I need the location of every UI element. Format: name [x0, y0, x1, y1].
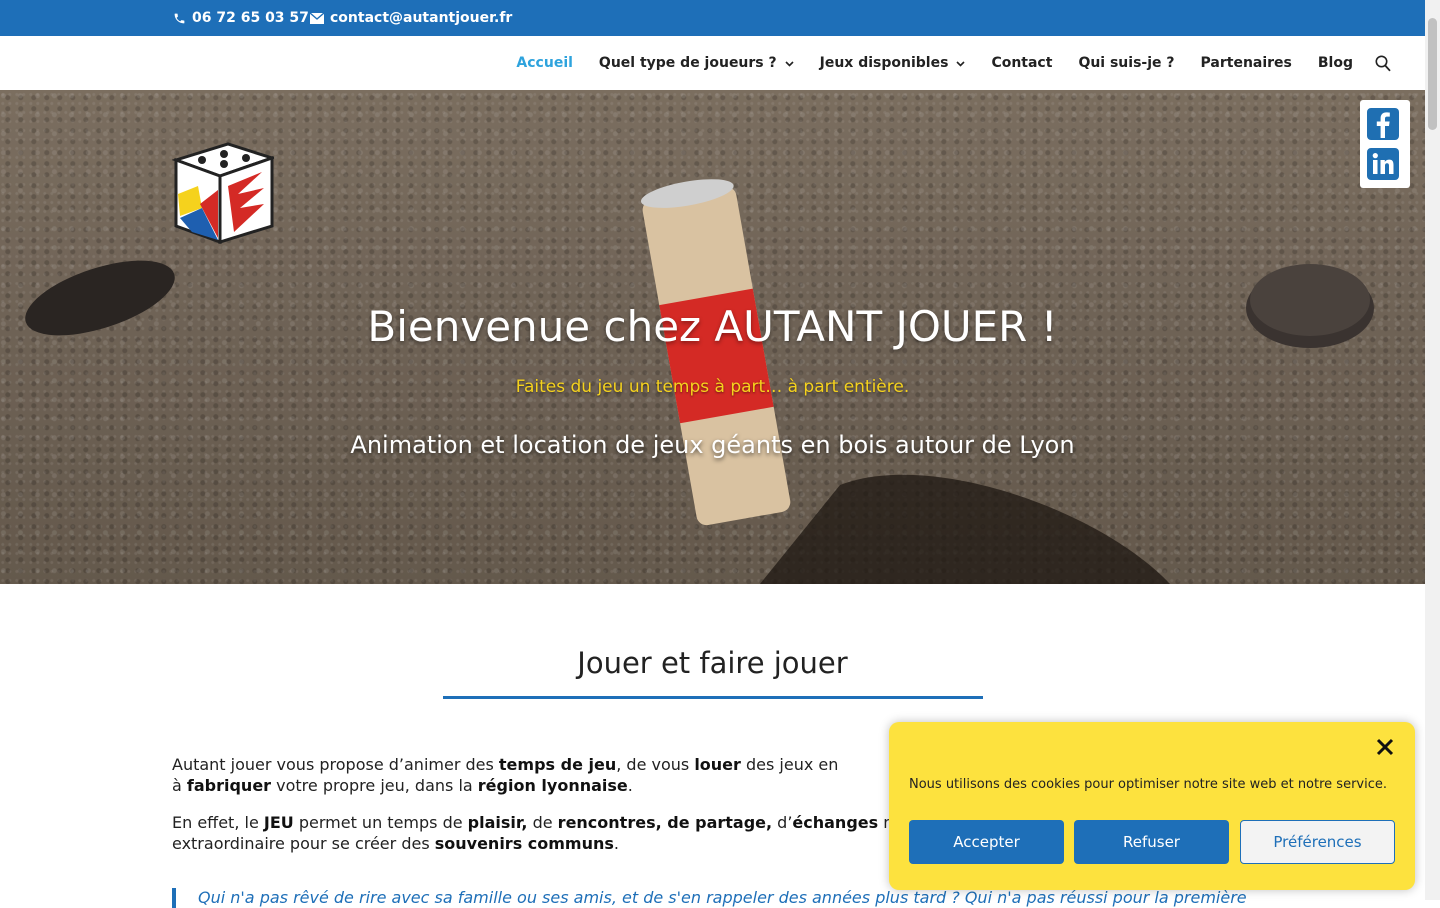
accept-cookies-button[interactable]: Accepter — [909, 820, 1064, 864]
nav-menu: Accueil Quel type de joueurs ? Jeux disp… — [516, 36, 1353, 90]
hero-subtitle: Animation et location de jeux géants en … — [350, 431, 1075, 459]
nav-item-qui-suis-je[interactable]: Qui suis-je ? — [1078, 55, 1174, 71]
site-logo[interactable] — [171, 142, 277, 248]
nav-label: Blog — [1317, 55, 1353, 71]
hero-title: Bienvenue chez AUTANT JOUER ! — [367, 302, 1058, 351]
section-heading: Jouer et faire jouer — [577, 646, 848, 680]
email-address: contact@autantjouer.fr — [330, 10, 513, 26]
hero-banner: Bienvenue chez AUTANT JOUER ! Faites du … — [0, 90, 1425, 584]
page-scrollbar[interactable] — [1425, 0, 1440, 900]
phone-icon — [173, 12, 186, 25]
refuse-cookies-button[interactable]: Refuser — [1074, 820, 1229, 864]
cookie-consent-banner: Nous utilisons des cookies pour optimise… — [889, 722, 1415, 890]
nav-item-jeux-disponibles[interactable]: Jeux disponibles — [820, 55, 966, 71]
chevron-down-icon — [956, 55, 966, 71]
cookie-preferences-button[interactable]: Préférences — [1240, 820, 1395, 864]
nav-label: Qui suis-je ? — [1078, 55, 1175, 71]
phone-link[interactable]: 06 72 65 03 57 — [173, 10, 309, 26]
linkedin-icon[interactable] — [1367, 148, 1399, 180]
hero-tagline: Faites du jeu un temps à part… à part en… — [515, 377, 910, 397]
top-contact-bar: 06 72 65 03 57 contact@autantjouer.fr — [0, 0, 1425, 36]
intro-quote: Qui n'a pas rêvé de rire avec sa famille… — [172, 888, 1278, 908]
nav-item-type-joueurs[interactable]: Quel type de joueurs ? — [599, 55, 794, 71]
nav-label: Partenaires — [1200, 55, 1292, 71]
facebook-icon[interactable] — [1367, 108, 1399, 140]
scrollbar-thumb[interactable] — [1428, 18, 1437, 130]
phone-number: 06 72 65 03 57 — [192, 10, 309, 26]
social-share-bar — [1360, 100, 1410, 188]
nav-item-partenaires[interactable]: Partenaires — [1201, 55, 1292, 71]
nav-label: Accueil — [516, 55, 573, 71]
chevron-down-icon — [785, 55, 794, 71]
main-navigation: Accueil Quel type de joueurs ? Jeux disp… — [0, 36, 1425, 90]
envelope-icon — [310, 12, 324, 24]
nav-item-blog[interactable]: Blog — [1318, 55, 1353, 71]
nav-item-contact[interactable]: Contact — [991, 55, 1052, 71]
search-icon[interactable] — [1375, 55, 1391, 76]
nav-item-accueil[interactable]: Accueil — [516, 55, 573, 71]
nav-label: Quel type de joueurs ? — [598, 55, 777, 71]
heading-underline — [443, 696, 983, 699]
cookie-message: Nous utilisons des cookies pour optimise… — [909, 777, 1387, 792]
nav-label: Jeux disponibles — [819, 55, 949, 71]
nav-label: Contact — [991, 55, 1053, 71]
close-icon[interactable] — [1375, 737, 1395, 757]
email-link[interactable]: contact@autantjouer.fr — [310, 10, 512, 26]
